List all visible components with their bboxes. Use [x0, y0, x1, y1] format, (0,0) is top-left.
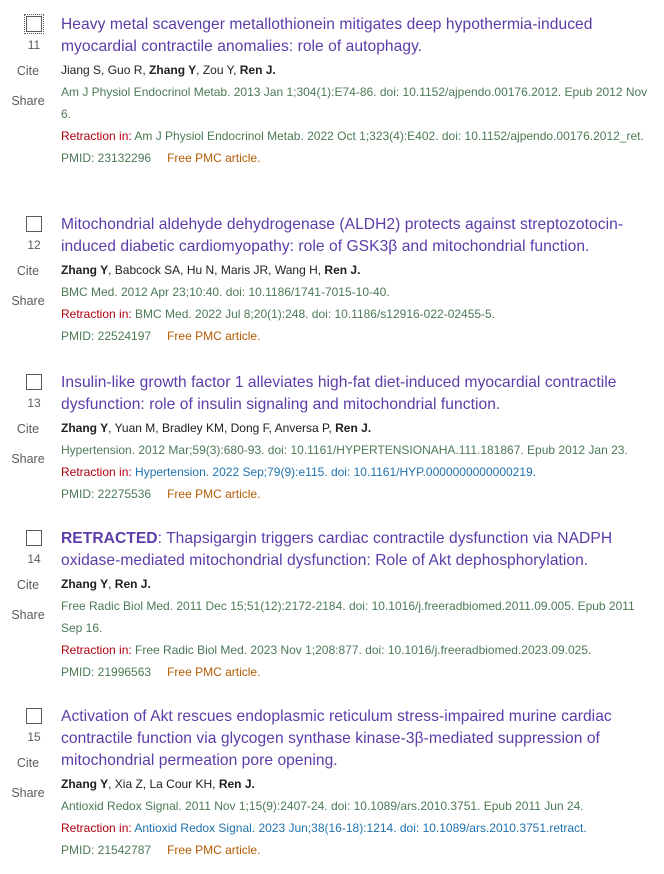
cite-button[interactable]: Cite: [8, 578, 48, 592]
pmid: PMID: 21542787: [61, 843, 152, 857]
author-text: , Zou Y,: [196, 63, 240, 77]
result-number: 12: [27, 238, 41, 252]
article-title-link[interactable]: Heavy metal scavenger metallothionein mi…: [61, 14, 651, 58]
retraction-label: Retraction in:: [61, 129, 132, 143]
authors: Zhang Y, Ren J.: [61, 575, 651, 593]
retraction-label: Retraction in:: [61, 821, 132, 835]
share-button[interactable]: Share: [8, 608, 48, 622]
article-title-link[interactable]: RETRACTED: Thapsigargin triggers cardiac…: [61, 528, 651, 572]
retracted-label: RETRACTED: [61, 530, 158, 547]
result-content: RETRACTED: Thapsigargin triggers cardiac…: [61, 528, 651, 683]
author-text: , Xia Z, La Cour KH,: [108, 777, 219, 791]
select-checkbox[interactable]: [26, 530, 42, 546]
free-pmc-article-link[interactable]: Free PMC article.: [167, 843, 260, 857]
journal-citation: Antioxid Redox Signal. 2011 Nov 1;15(9):…: [61, 799, 584, 813]
retraction-notice: Retraction in: Free Radic Biol Med. 2023…: [61, 639, 651, 661]
pmid-line: PMID: 21996563 Free PMC article.: [61, 661, 651, 683]
retraction-link[interactable]: Hypertension. 2022 Sep;79(9):e115. doi: …: [135, 465, 536, 479]
journal-citation: Am J Physiol Endocrinol Metab. 2013 Jan …: [61, 85, 648, 121]
retraction-notice: Retraction in: Hypertension. 2022 Sep;79…: [61, 461, 651, 483]
cite-button[interactable]: Cite: [8, 64, 48, 78]
pmid-line: PMID: 23132296 Free PMC article.: [61, 147, 651, 169]
article-title: Mitochondrial aldehyde dehydrogenase (AL…: [61, 216, 624, 255]
author-text: ,: [108, 577, 115, 591]
retraction-label: Retraction in:: [61, 465, 132, 479]
article-title: Heavy metal scavenger metallothionein mi…: [61, 16, 593, 55]
free-pmc-article-link[interactable]: Free PMC article.: [167, 665, 260, 679]
result-number: 11: [27, 38, 41, 52]
cite-button[interactable]: Cite: [8, 756, 48, 770]
result-number: 15: [27, 730, 41, 744]
retraction-notice: Retraction in: BMC Med. 2022 Jul 8;20(1)…: [61, 303, 651, 325]
free-pmc-article-link[interactable]: Free PMC article.: [167, 151, 260, 165]
retraction-notice: Retraction in: Am J Physiol Endocrinol M…: [61, 125, 651, 147]
pmid-line: PMID: 22524197 Free PMC article.: [61, 325, 651, 347]
author-highlight: Ren J.: [218, 777, 255, 791]
select-checkbox[interactable]: [26, 216, 42, 232]
pmid: PMID: 23132296: [61, 151, 152, 165]
share-button[interactable]: Share: [8, 452, 48, 466]
author-highlight: Zhang Y: [61, 577, 109, 591]
pmid-line: PMID: 22275536 Free PMC article.: [61, 483, 651, 505]
authors: Jiang S, Guo R, Zhang Y, Zou Y, Ren J.: [61, 61, 651, 79]
result-number: 13: [27, 396, 41, 410]
author-text: , Yuan M, Bradley KM, Dong F, Anversa P,: [108, 421, 336, 435]
pmid: PMID: 22275536: [61, 487, 152, 501]
pmid-line: PMID: 21542787 Free PMC article.: [61, 839, 651, 861]
author-text: , Babcock SA, Hu N, Maris JR, Wang H,: [108, 263, 325, 277]
article-title-link[interactable]: Mitochondrial aldehyde dehydrogenase (AL…: [61, 214, 651, 258]
author-highlight: Ren J.: [335, 421, 372, 435]
authors: Zhang Y, Xia Z, La Cour KH, Ren J.: [61, 775, 651, 793]
share-button[interactable]: Share: [8, 94, 48, 108]
pmid: PMID: 22524197: [61, 329, 152, 343]
article-title: Activation of Akt rescues endoplasmic re…: [61, 708, 612, 769]
journal-citation: BMC Med. 2012 Apr 23;10:40. doi: 10.1186…: [61, 285, 390, 299]
retraction-link[interactable]: Am J Physiol Endocrinol Metab. 2022 Oct …: [134, 129, 643, 143]
free-pmc-article-link[interactable]: Free PMC article.: [167, 487, 260, 501]
article-title-link[interactable]: Activation of Akt rescues endoplasmic re…: [61, 706, 651, 772]
author-highlight: Zhang Y: [61, 777, 109, 791]
authors: Zhang Y, Babcock SA, Hu N, Maris JR, Wan…: [61, 261, 651, 279]
result-content: Insulin-like growth factor 1 alleviates …: [61, 372, 651, 505]
author-highlight: Zhang Y: [149, 63, 197, 77]
cite-button[interactable]: Cite: [8, 264, 48, 278]
retraction-link[interactable]: Free Radic Biol Med. 2023 Nov 1;208:877.…: [135, 643, 591, 657]
share-button[interactable]: Share: [8, 786, 48, 800]
retraction-link[interactable]: BMC Med. 2022 Jul 8;20(1):248. doi: 10.1…: [135, 307, 495, 321]
select-checkbox[interactable]: [26, 708, 42, 724]
result-content: Heavy metal scavenger metallothionein mi…: [61, 14, 651, 169]
retraction-label: Retraction in:: [61, 643, 132, 657]
result-number: 14: [27, 552, 41, 566]
retraction-notice: Retraction in: Antioxid Redox Signal. 20…: [61, 817, 651, 839]
select-checkbox[interactable]: [26, 374, 42, 390]
retraction-link[interactable]: Antioxid Redox Signal. 2023 Jun;38(16-18…: [134, 821, 586, 835]
pmid: PMID: 21996563: [61, 665, 152, 679]
author-highlight: Zhang Y: [61, 263, 109, 277]
share-button[interactable]: Share: [8, 294, 48, 308]
retraction-label: Retraction in:: [61, 307, 132, 321]
cite-button[interactable]: Cite: [8, 422, 48, 436]
article-title: Insulin-like growth factor 1 alleviates …: [61, 374, 617, 413]
free-pmc-article-link[interactable]: Free PMC article.: [167, 329, 260, 343]
result-content: Activation of Akt rescues endoplasmic re…: [61, 706, 651, 861]
journal-citation: Hypertension. 2012 Mar;59(3):680-93. doi…: [61, 443, 628, 457]
author-text: Jiang S, Guo R,: [61, 63, 150, 77]
author-highlight: Ren J.: [239, 63, 276, 77]
article-title-link[interactable]: Insulin-like growth factor 1 alleviates …: [61, 372, 651, 416]
author-highlight: Ren J.: [114, 577, 151, 591]
select-checkbox[interactable]: [24, 14, 44, 34]
journal-citation: Free Radic Biol Med. 2011 Dec 15;51(12):…: [61, 599, 635, 635]
result-content: Mitochondrial aldehyde dehydrogenase (AL…: [61, 214, 651, 347]
author-highlight: Zhang Y: [61, 421, 109, 435]
author-highlight: Ren J.: [324, 263, 361, 277]
authors: Zhang Y, Yuan M, Bradley KM, Dong F, Anv…: [61, 419, 651, 437]
